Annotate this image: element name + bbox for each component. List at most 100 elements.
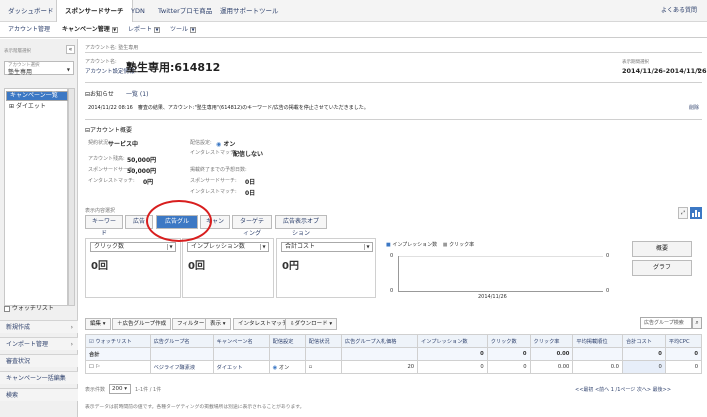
delivery-setting[interactable]: ◉ オン: [268, 360, 306, 374]
balance-label: アカウント残高:: [88, 156, 125, 162]
edit-button[interactable]: 編集 ▾: [85, 318, 111, 330]
column-header[interactable]: 配信設定: [268, 334, 306, 348]
column-header[interactable]: クリック率: [529, 334, 574, 348]
tree-item-campaign-list[interactable]: キャンペーン一覧: [6, 91, 68, 101]
column-header[interactable]: ☑ ウォッチリスト: [85, 334, 151, 348]
column-header[interactable]: 広告グループ入札価格: [340, 334, 419, 348]
chevron-right-icon: ›: [70, 324, 73, 331]
y-axis-right-tick: 0: [606, 288, 610, 294]
radio-icon: ◉: [272, 364, 278, 371]
status-label: 契約状況:: [88, 140, 110, 146]
interest-balance-value: 0円: [143, 179, 154, 186]
sponsor-balance-value: 50,000円: [127, 168, 157, 175]
metric-select-cost[interactable]: 合計コスト ▼: [281, 242, 373, 252]
account-select-value: 塾生専用: [8, 69, 33, 76]
notice-list-link[interactable]: 一覧 (1): [126, 89, 148, 98]
legend-marker-icon: ■: [386, 242, 391, 248]
tab-ad-extensions[interactable]: 広告表示オプション: [275, 215, 327, 237]
account-select[interactable]: アカウント選択 塾生専用 ▼: [4, 61, 74, 76]
tab-ydn[interactable]: YDN: [123, 0, 153, 22]
column-header[interactable]: 平均掲載順位: [572, 334, 623, 348]
sidebar-link-search[interactable]: 検索: [0, 388, 78, 401]
campaign-tree: キャンペーン一覧 ⊞ ダイエット: [4, 88, 68, 306]
table-cell: 0: [417, 360, 488, 374]
chevron-down-icon: ▼: [260, 244, 267, 250]
divider: [85, 52, 702, 53]
table-cell: 0.00: [529, 360, 574, 374]
pager-label: 表示件数: [85, 387, 106, 393]
expand-icon[interactable]: ⤢: [678, 207, 688, 219]
chevron-down-icon: ▼: [364, 244, 371, 250]
overview-header[interactable]: ⊟アカウント概要: [85, 125, 132, 134]
notice-text: 2014/11/22 08:16 審査の結果、アカウント:"塾生専用"(6148…: [88, 105, 369, 111]
annotation-circle: [146, 200, 212, 242]
notice-delete-link[interactable]: 削除: [689, 104, 699, 111]
bid-value[interactable]: 20: [340, 360, 419, 374]
ad-group-name-link[interactable]: ベジライフ酵素液: [149, 360, 214, 374]
collapse-icon[interactable]: «: [66, 45, 75, 54]
ad-group-table: ☑ ウォッチリスト 広告グループ名 キャンペーン名 配信設定 配信状況 広告グル…: [85, 334, 703, 374]
filter-button[interactable]: フィルター: [172, 318, 210, 330]
tree-item-diet[interactable]: ⊞ ダイエット: [6, 102, 68, 112]
sidebar-link-bulk-edit[interactable]: キャンペーン一括編集: [0, 371, 78, 384]
create-ad-group-button[interactable]: ＋広告グループ作成: [112, 318, 172, 330]
tab-sponsored-search[interactable]: スポンサードサーチ: [56, 0, 133, 23]
chart-toggle-icon[interactable]: [690, 207, 702, 219]
delivery-value[interactable]: ◉ オン: [216, 139, 235, 148]
sidebar-scrollbar[interactable]: [68, 88, 75, 306]
tab-twitter[interactable]: Twitterプロモ商品: [150, 0, 220, 22]
ad-group-search-input[interactable]: 広告グループ検索: [640, 317, 692, 329]
sidebar-link-review[interactable]: 審査状況: [0, 354, 78, 367]
tab-dashboard[interactable]: ダッシュボード: [0, 0, 62, 22]
table-total-row: 合計 0 0 0.00 0 0: [85, 347, 703, 361]
display-button[interactable]: 表示 ▾: [205, 318, 231, 330]
column-header[interactable]: 平均CPC: [664, 334, 703, 348]
y-axis-left-tick: 0: [390, 288, 394, 294]
search-icon[interactable]: ⌕: [692, 317, 702, 329]
metric-card-cost: 合計コスト ▼ 0円: [276, 238, 376, 298]
watchlist-toggle[interactable]: ウォッチリスト: [4, 303, 54, 312]
subnav-tools[interactable]: ツール ▼: [170, 22, 197, 38]
tab-keyword[interactable]: キーワード: [85, 215, 123, 237]
summary-button[interactable]: 概要: [632, 241, 692, 257]
chevron-down-icon[interactable]: ▼: [697, 67, 700, 72]
delivery-status: ▫: [304, 360, 342, 374]
table-cell: 0.00: [529, 347, 574, 361]
chevron-down-icon: ▼: [66, 67, 70, 72]
balance-value: 50,000円: [127, 157, 157, 164]
metric-select-impressions[interactable]: インプレッション数 ▼: [187, 242, 269, 252]
interest-match-button[interactable]: インタレストマッチ: [233, 318, 293, 330]
pager-navigation[interactable]: <<最初 <前へ 1 /1ページ 次へ> 最後>>: [575, 386, 671, 393]
sidebar-link-new[interactable]: 新規作成 ›: [0, 320, 78, 333]
column-header[interactable]: インプレッション数: [417, 334, 488, 348]
page-size-select[interactable]: 200 ▾: [109, 384, 131, 394]
subnav-campaign[interactable]: キャンペーン管理 ▼: [62, 22, 118, 38]
campaign-name-link[interactable]: ダイエット: [212, 360, 270, 374]
column-header[interactable]: 広告グループ名: [149, 334, 214, 348]
notice-header[interactable]: ⊟お知らせ: [85, 89, 114, 98]
table-cell: [149, 347, 214, 361]
metric-select-clicks[interactable]: クリック数 ▼: [90, 242, 176, 252]
download-button[interactable]: ⇩ダウンロード ▾: [285, 318, 338, 330]
remaining-interest-value: 0日: [245, 190, 256, 197]
remaining-days-label: 掲載終了までの予想日数:: [190, 167, 247, 173]
tab-targeting[interactable]: ターゲティング: [232, 215, 272, 237]
divider: [85, 119, 702, 120]
divider: [85, 82, 702, 83]
sidebar-link-import[interactable]: インポート管理 ›: [0, 337, 78, 350]
tab-support-tools[interactable]: 運用サポートツール: [212, 0, 287, 22]
date-range-picker[interactable]: 2014/11/26-2014/11/26: [622, 67, 707, 75]
table-cell: 0: [664, 347, 703, 361]
table-header-row: ☑ ウォッチリスト 広告グループ名 キャンペーン名 配信設定 配信状況 広告グル…: [85, 334, 703, 348]
faq-link[interactable]: よくある質問: [661, 0, 697, 22]
column-header[interactable]: クリック数: [486, 334, 531, 348]
column-header[interactable]: 配信状況: [304, 334, 342, 348]
top-navigation: ダッシュボード スポンサードサーチ YDN Twitterプロモ商品 運用サポー…: [0, 0, 707, 23]
column-header[interactable]: キャンペーン名: [212, 334, 270, 348]
graph-button[interactable]: グラフ: [632, 260, 692, 276]
subnav-account[interactable]: アカウント管理: [8, 22, 50, 38]
date-range-label: 表示期間選択: [622, 60, 649, 65]
row-checkbox[interactable]: ☐ ⚐: [85, 360, 151, 374]
subnav-report[interactable]: レポート ▼: [128, 22, 161, 38]
column-header[interactable]: 合計コスト: [621, 334, 666, 348]
